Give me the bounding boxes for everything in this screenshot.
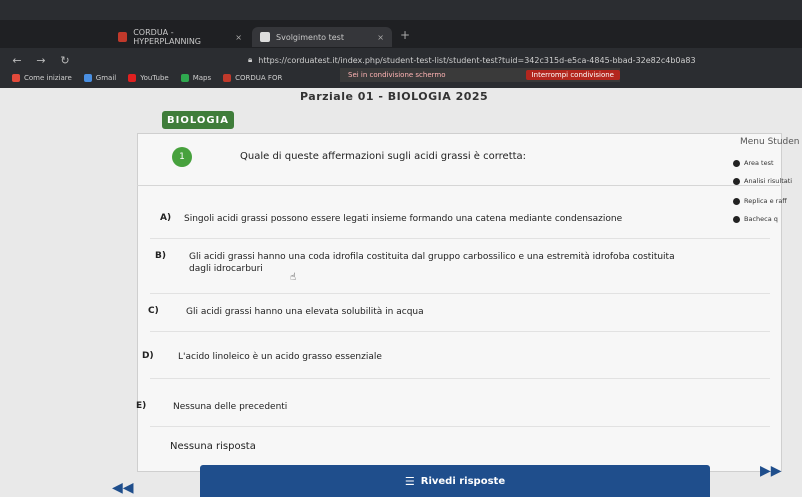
tab-hyperplanning[interactable]: CORDUA - HYPERPLANNING ×: [110, 27, 250, 47]
back-icon[interactable]: ←: [10, 54, 24, 67]
bookmark-label: Come iniziare: [24, 74, 72, 82]
option-a[interactable]: A) Singoli acidi grassi possono essere l…: [160, 213, 720, 225]
option-letter: B): [155, 251, 166, 261]
bullet-icon: [733, 215, 740, 223]
option-c[interactable]: C) Gli acidi grassi hanno una elevata so…: [148, 306, 708, 318]
option-letter: C): [148, 306, 159, 316]
side-item-analisi[interactable]: Analisi risultati: [733, 177, 792, 185]
side-item-label: Replica e raff: [744, 197, 787, 205]
hyperplanning-icon: [118, 32, 128, 42]
url-text: https://corduatest.it/index.php/student-…: [258, 55, 696, 65]
previous-icon[interactable]: ◀◀: [112, 480, 134, 496]
divider: [137, 185, 780, 186]
bookmark-label: CORDUA FOR: [235, 74, 283, 82]
bookmark-cordua[interactable]: CORDUA FOR: [223, 74, 282, 82]
youtube-icon: [128, 74, 137, 82]
question-card: [137, 133, 782, 472]
cordua-icon: [223, 74, 232, 82]
option-e[interactable]: E) Nessuna delle precedenti: [136, 401, 696, 413]
bookmark-gmail[interactable]: Gmail: [83, 74, 117, 82]
divider: [150, 426, 770, 427]
review-answers-button[interactable]: ☰ Rivedi risposte: [200, 465, 710, 497]
url-bar[interactable]: 🔒︎ https://corduatest.it/index.php/stude…: [240, 52, 800, 68]
bookmark-youtube[interactable]: YouTube: [128, 74, 169, 82]
page-title: Parziale 01 - BIOLOGIA 2025: [300, 90, 489, 103]
test-page: Parziale 01 - BIOLOGIA 2025 BIOLOGIA 1 Q…: [0, 88, 802, 497]
divider: [150, 293, 770, 294]
option-letter: D): [142, 351, 154, 361]
divider: [150, 238, 770, 239]
screen-share-banner: Sei in condivisione schermo Interrompi c…: [340, 68, 620, 82]
option-text: Singoli acidi grassi possono essere lega…: [184, 214, 623, 224]
side-item-label: Bacheca q: [744, 215, 778, 223]
divider: [150, 378, 770, 379]
new-tab-button[interactable]: +: [400, 28, 410, 42]
option-text: L'acido linoleico è un acido grasso esse…: [178, 352, 382, 362]
divider: [150, 331, 770, 332]
question-text: Quale di queste affermazioni sugli acidi…: [240, 151, 527, 162]
option-text: Gli acidi grassi hanno una coda idrofila…: [189, 252, 675, 274]
side-item-area-test[interactable]: Area test: [733, 159, 774, 167]
option-b[interactable]: B) Gli acidi grassi hanno una coda idrof…: [155, 251, 675, 275]
tab-svolgimento[interactable]: Svolgimento test ×: [252, 27, 392, 47]
bookmark-label: YouTube: [140, 74, 169, 82]
bookmark-maps[interactable]: Maps: [180, 74, 212, 82]
side-item-replica[interactable]: Replica e raff: [733, 197, 787, 205]
page-icon: [260, 32, 270, 42]
option-text: Gli acidi grassi hanno una elevata solub…: [186, 307, 424, 317]
bookmark-icon: [12, 74, 20, 82]
tab-label: Svolgimento test: [276, 32, 344, 42]
stop-sharing-button[interactable]: Interrompi condivisione: [525, 70, 620, 80]
gmail-icon: [83, 74, 92, 82]
pointer-icon: ☝: [290, 272, 297, 283]
option-d[interactable]: D) L'acido linoleico è un acido grasso e…: [142, 351, 702, 363]
no-answer-option[interactable]: Nessuna risposta: [170, 441, 370, 453]
student-menu: Menu Studen: [740, 137, 802, 147]
option-letter: E): [136, 401, 147, 411]
tab-label: CORDUA - HYPERPLANNING: [133, 28, 202, 46]
question-number: 1: [172, 147, 192, 167]
close-icon[interactable]: ×: [235, 33, 242, 42]
maps-icon: [180, 74, 189, 82]
bullet-icon: [733, 177, 740, 185]
bookmark-come-iniziare[interactable]: Come iniziare: [12, 74, 72, 82]
reload-icon[interactable]: ↻: [58, 54, 72, 67]
bullet-icon: [733, 197, 740, 205]
option-text: Nessuna delle precedenti: [173, 402, 288, 412]
review-label: Rivedi risposte: [420, 475, 506, 487]
option-letter: A): [160, 213, 172, 223]
next-icon[interactable]: ▶▶: [760, 463, 782, 479]
bullet-icon: [733, 159, 740, 167]
side-item-bacheca[interactable]: Bacheca q: [733, 215, 778, 223]
forward-icon[interactable]: →: [34, 54, 48, 67]
subject-badge: BIOLOGIA: [162, 111, 234, 129]
side-item-label: Area test: [744, 159, 774, 167]
close-icon[interactable]: ×: [377, 33, 384, 42]
option-text: Nessuna risposta: [170, 441, 256, 452]
share-text: Sei in condivisione schermo: [348, 71, 446, 79]
side-menu-title: Menu Studen: [740, 137, 800, 147]
bookmark-label: Maps: [192, 74, 212, 82]
list-icon: ☰: [404, 474, 415, 488]
bookmark-label: Gmail: [95, 74, 117, 82]
side-item-label: Analisi risultati: [744, 177, 793, 185]
lock-icon: 🔒︎: [248, 55, 253, 64]
